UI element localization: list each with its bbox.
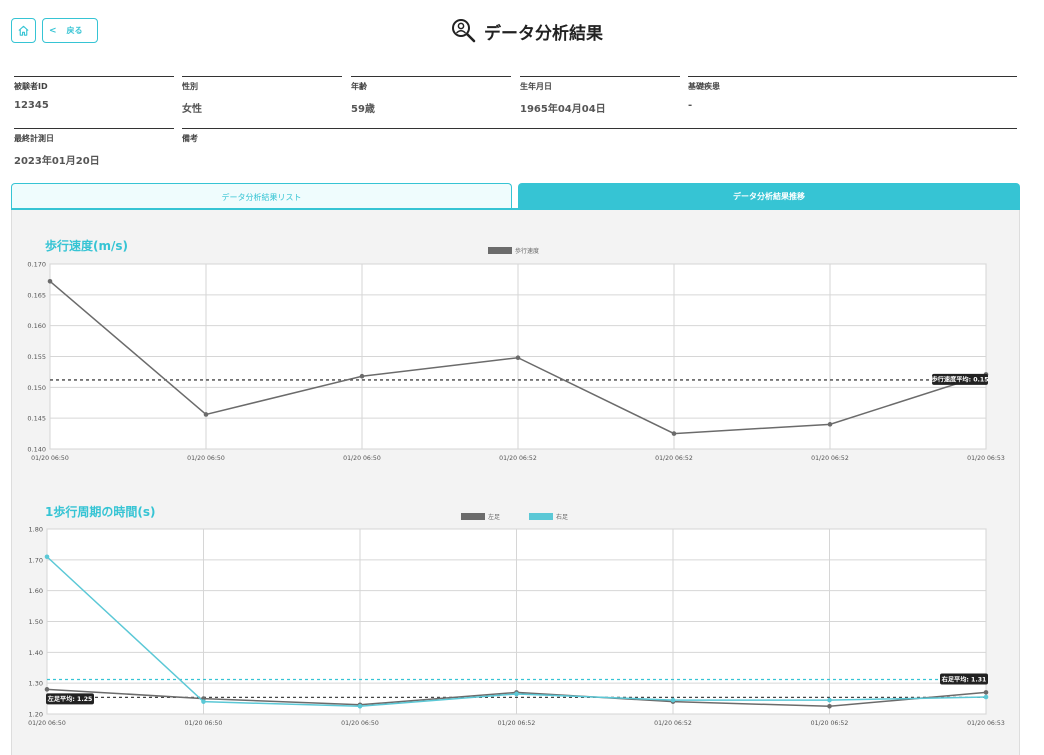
y-tick-label: 1.20	[29, 711, 43, 719]
data-point	[357, 703, 363, 709]
y-tick-label: 1.50	[29, 618, 43, 626]
data-point	[44, 554, 50, 560]
x-tick-label: 01/20 06:50	[31, 455, 69, 462]
x-tick-label: 01/20 06:52	[498, 720, 536, 727]
x-tick-label: 01/20 06:52	[499, 455, 537, 462]
data-point	[670, 697, 676, 703]
data-point	[514, 691, 519, 697]
data-point	[203, 412, 209, 417]
legend-label: 歩行速度	[515, 247, 539, 255]
average-badge-label: 左足平均: 1.25	[47, 695, 93, 703]
x-tick-label: 01/20 06:52	[811, 455, 849, 462]
data-point	[201, 699, 206, 704]
x-tick-label: 01/20 06:52	[654, 720, 692, 727]
data-point	[44, 687, 50, 692]
average-badge-label: 歩行速度平均: 0.15	[931, 376, 988, 384]
y-tick-label: 0.165	[27, 291, 46, 299]
legend-label: 左足	[488, 513, 500, 521]
x-tick-label: 01/20 06:50	[341, 720, 379, 727]
x-tick-label: 01/20 06:50	[185, 720, 223, 727]
data-point	[359, 373, 365, 379]
y-tick-label: 1.80	[29, 526, 43, 534]
y-tick-label: 0.150	[27, 384, 46, 392]
x-tick-label: 01/20 06:53	[967, 720, 1005, 727]
data-point	[983, 690, 989, 695]
legend-swatch	[488, 247, 512, 254]
y-tick-label: 1.30	[29, 680, 43, 688]
x-tick-label: 01/20 06:50	[28, 720, 66, 727]
y-tick-label: 0.145	[27, 415, 46, 423]
y-tick-label: 0.155	[27, 353, 46, 361]
charts-canvas: 0.140 0.145 0.150 0.155 0.160 0.165 0.170 01/20…	[27, 247, 1005, 727]
data-point	[827, 422, 833, 427]
chart-1: 1.20 1.30 1.40 1.50 1.60 1.70 1.80 01/20 06:50 0…	[28, 513, 1005, 727]
data-point	[827, 703, 832, 709]
x-tick-label: 01/20 06:52	[811, 720, 849, 727]
legend-swatch	[461, 513, 485, 520]
y-tick-label: 1.40	[29, 649, 43, 657]
x-tick-label: 01/20 06:50	[187, 455, 225, 462]
y-tick-label: 0.160	[27, 322, 46, 330]
x-tick-label: 01/20 06:52	[655, 455, 693, 462]
y-tick-label: 0.140	[27, 446, 46, 454]
x-tick-label: 01/20 06:53	[967, 455, 1005, 462]
legend-label: 右足	[556, 513, 568, 521]
data-point	[47, 278, 53, 284]
average-badge-label: 右足平均: 1.31	[942, 675, 987, 683]
chart-0: 0.140 0.145 0.150 0.155 0.160 0.165 0.170 01/20…	[27, 247, 1005, 462]
y-tick-label: 1.70	[29, 556, 43, 564]
data-point	[827, 697, 832, 703]
x-tick-label: 01/20 06:50	[343, 455, 381, 462]
y-tick-label: 0.170	[27, 261, 46, 269]
y-tick-label: 1.60	[29, 587, 43, 595]
data-point	[515, 355, 521, 361]
data-point	[671, 431, 677, 436]
legend-swatch	[529, 513, 553, 520]
data-point	[983, 694, 989, 700]
